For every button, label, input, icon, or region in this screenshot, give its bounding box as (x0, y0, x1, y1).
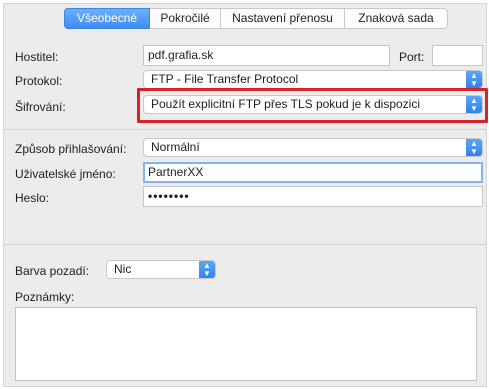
chevron-updown-icon: ▲ ▼ (466, 139, 482, 156)
username-label: Uživatelské jméno: (15, 167, 116, 181)
chevron-updown-icon: ▲ ▼ (466, 96, 482, 113)
background-color-value: Nic (114, 262, 132, 276)
tab-charset[interactable]: Znaková sada (345, 8, 448, 29)
protocol-select[interactable]: FTP - File Transfer Protocol ▲ ▼ (143, 70, 483, 89)
protocol-value: FTP - File Transfer Protocol (151, 72, 299, 86)
tab-transfer-settings[interactable]: Nastavení přenosu (221, 8, 345, 29)
section-divider (4, 129, 486, 130)
chevron-updown-icon: ▲ ▼ (466, 71, 482, 88)
logon-type-label: Způsob přihlašování: (15, 142, 127, 156)
notes-label: Poznámky: (15, 290, 75, 304)
background-color-label: Barva pozadí: (15, 264, 90, 278)
logon-type-select[interactable]: Normální ▲ ▼ (143, 138, 483, 157)
encryption-select[interactable]: Použít explicitní FTP přes TLS pokud je … (143, 95, 483, 114)
password-input[interactable]: •••••••• (143, 186, 483, 207)
section-divider (4, 244, 486, 245)
tab-general[interactable]: Všeobecné (64, 8, 150, 29)
host-label: Hostitel: (15, 50, 59, 64)
tab-bar: Všeobecné Pokročilé Nastavení přenosu Zn… (64, 8, 448, 29)
site-settings-panel: Všeobecné Pokročilé Nastavení přenosu Zn… (3, 3, 488, 387)
encryption-label: Šifrování: (15, 100, 66, 114)
tab-advanced[interactable]: Pokročilé (150, 8, 221, 29)
logon-type-value: Normální (151, 140, 200, 154)
notes-textarea[interactable] (15, 307, 477, 381)
host-input[interactable]: pdf.grafia.sk (143, 45, 390, 66)
encryption-value: Použít explicitní FTP přes TLS pokud je … (151, 97, 421, 111)
background-color-select[interactable]: Nic ▲ ▼ (106, 260, 216, 279)
port-input[interactable] (432, 45, 483, 66)
chevron-updown-icon: ▲ ▼ (199, 261, 215, 278)
password-label: Heslo: (15, 191, 50, 205)
username-input[interactable]: PartnerXX (143, 162, 483, 183)
port-label: Port: (399, 50, 425, 64)
protocol-label: Protokol: (15, 74, 63, 88)
